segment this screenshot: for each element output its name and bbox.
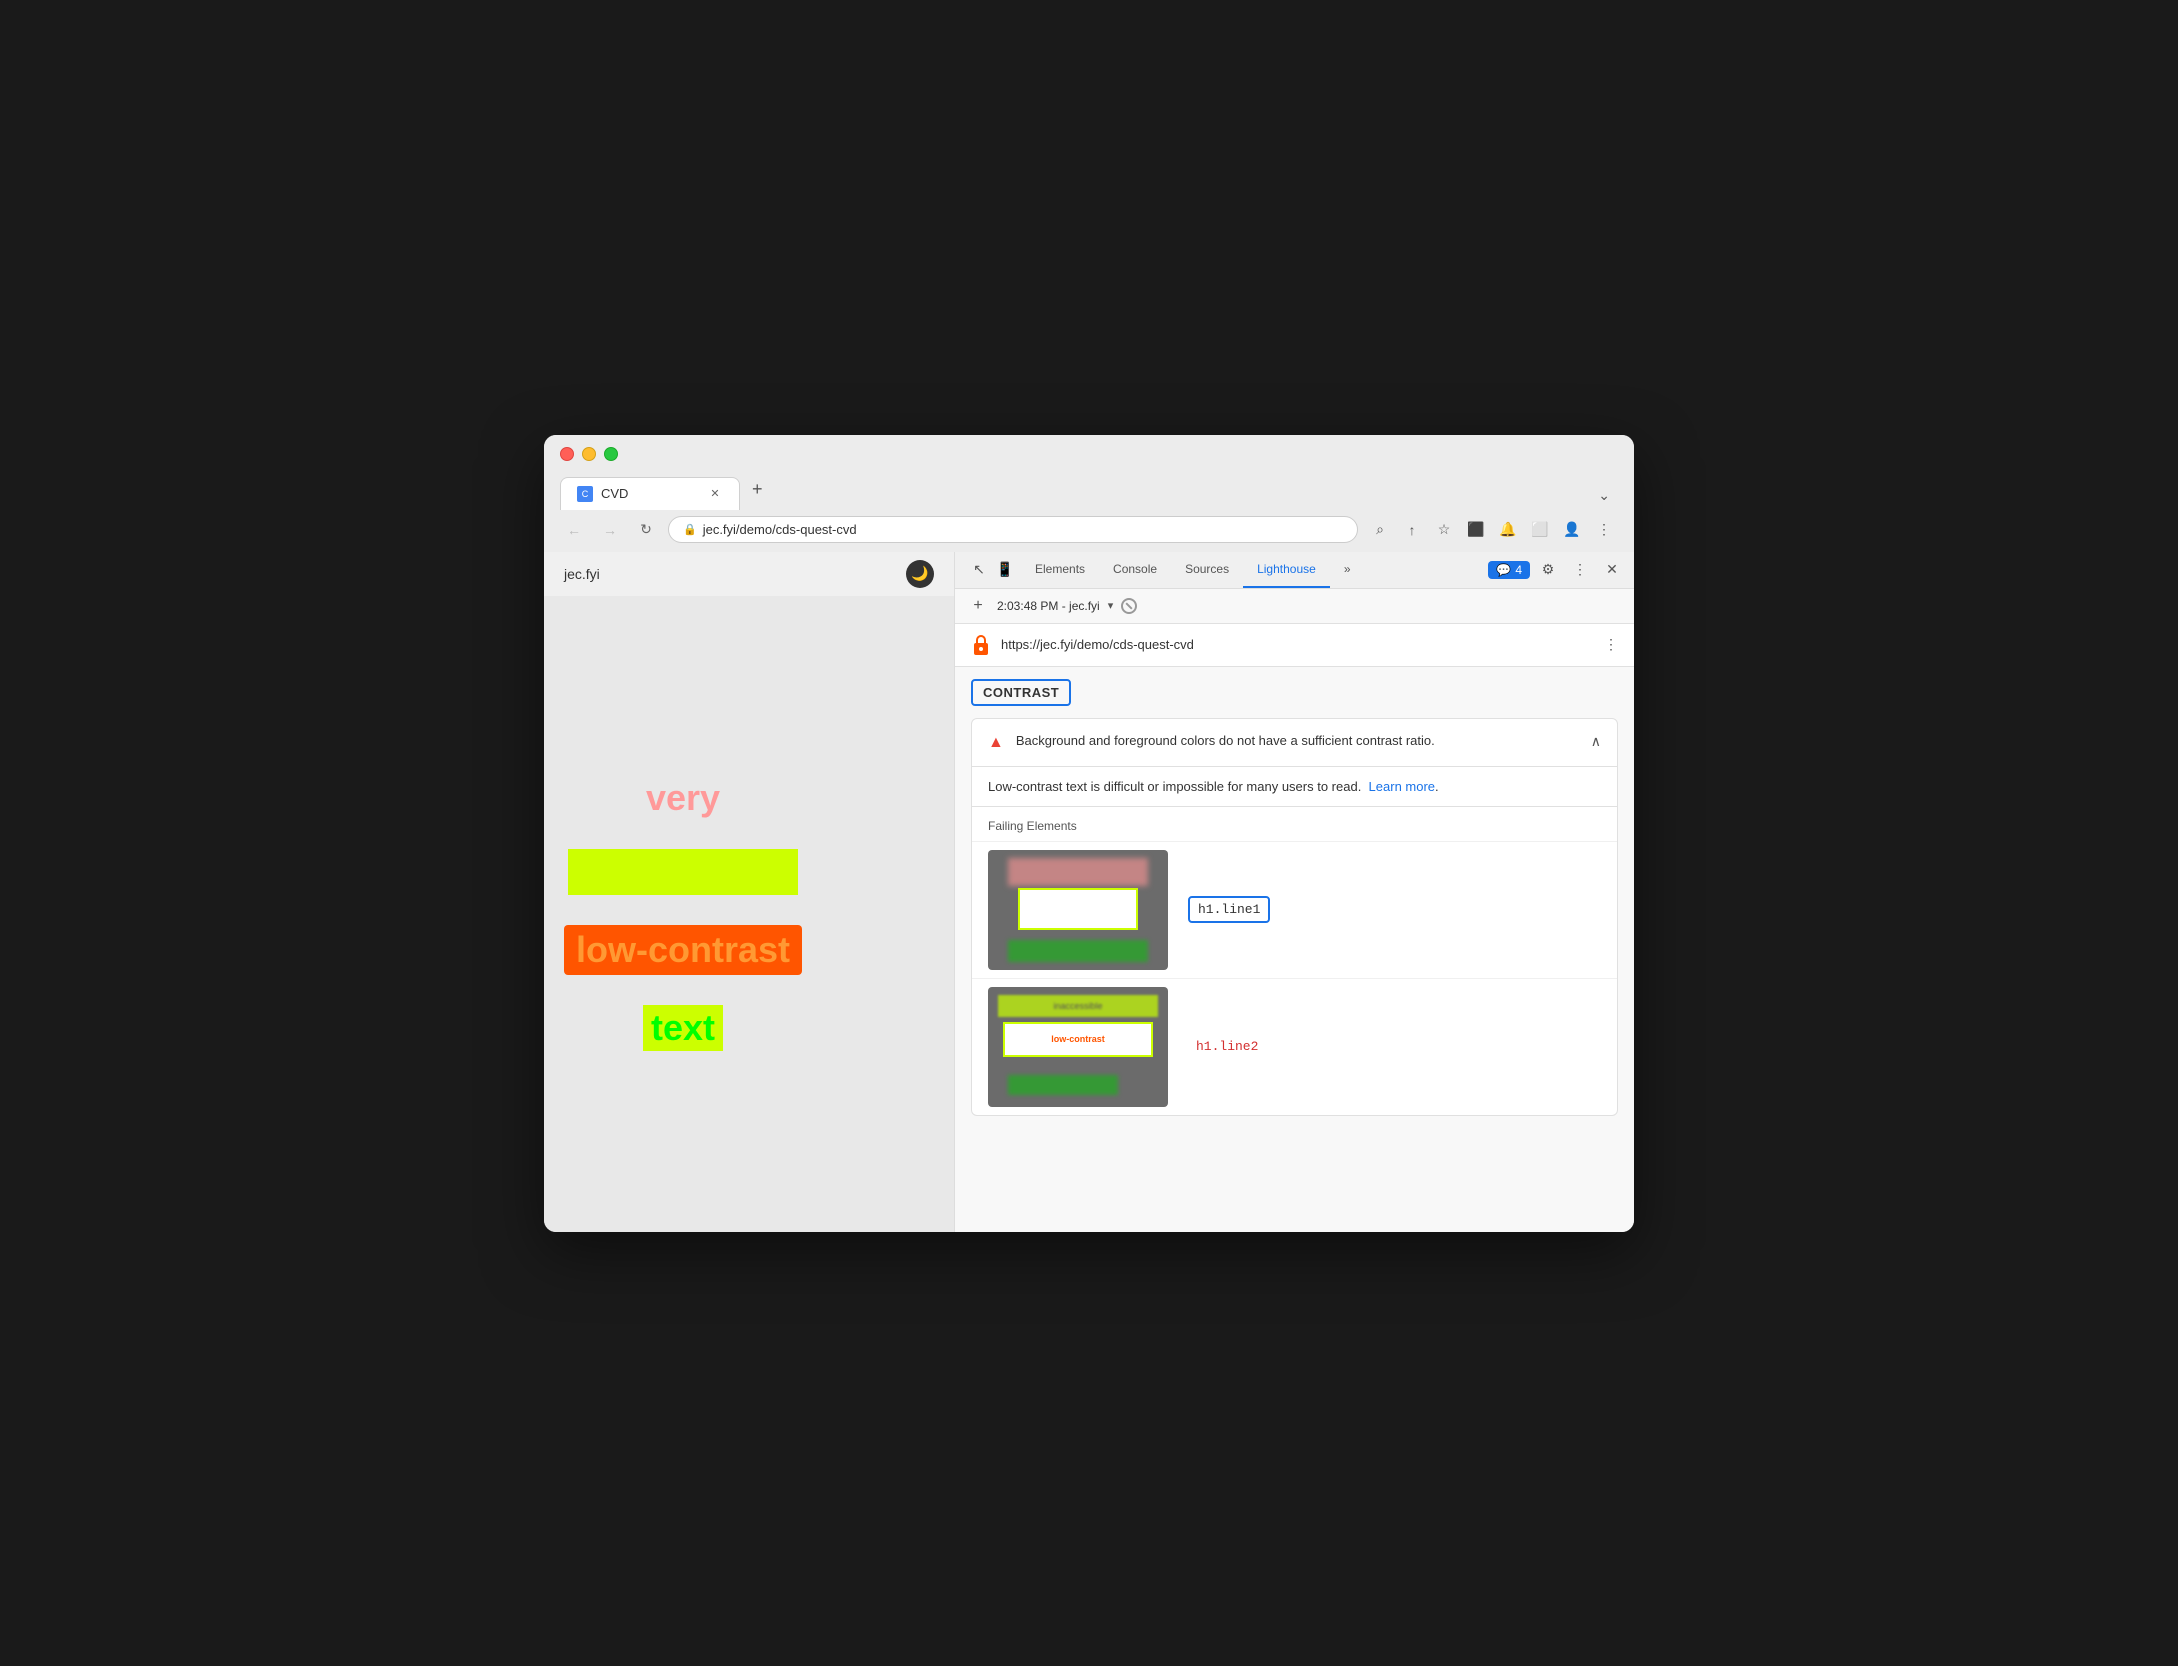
minimize-traffic-light[interactable] — [582, 447, 596, 461]
warning-text: Background and foreground colors do not … — [1016, 733, 1579, 748]
extensions-button[interactable]: ⬛ — [1462, 516, 1490, 544]
element-row-2: inaccessible low-contrast h1.line2 — [972, 978, 1617, 1115]
devtools-settings-button[interactable]: ⚙ — [1534, 556, 1562, 584]
element-selector-1[interactable]: h1.line1 — [1188, 896, 1270, 923]
alert-button[interactable]: 🔔 — [1494, 516, 1522, 544]
active-tab[interactable]: C CVD ✕ — [560, 477, 740, 510]
thumb-white-box — [1018, 888, 1138, 930]
lighthouse-content: https://jec.fyi/demo/cds-quest-cvd ⋮ CON… — [955, 624, 1634, 1232]
lh-url-bar: https://jec.fyi/demo/cds-quest-cvd ⋮ — [955, 624, 1634, 667]
element-selector-2[interactable]: h1.line2 — [1188, 1035, 1266, 1058]
tab-lighthouse[interactable]: Lighthouse — [1243, 552, 1330, 588]
devtools-tabbar: ↖ 📱 Elements Console Sources Lighthouse … — [955, 552, 1634, 589]
lh-more-button[interactable]: ⋮ — [1604, 636, 1618, 653]
share-button[interactable]: ↑ — [1398, 516, 1426, 544]
tab-expand-button[interactable]: ⌄ — [1590, 483, 1618, 508]
word-low-contrast: low-contrast — [564, 925, 802, 975]
learn-more-link[interactable]: Learn more — [1369, 779, 1435, 794]
element-row: h1.line1 — [972, 841, 1617, 978]
new-tab-button[interactable]: + — [740, 471, 775, 508]
thumb2-green-blur — [1008, 1075, 1118, 1095]
word-text: text — [643, 1005, 723, 1051]
devtools-cursor-icon[interactable]: ↖ — [967, 558, 991, 582]
profile-button[interactable]: 👤 — [1558, 516, 1586, 544]
bookmark-button[interactable]: ☆ — [1430, 516, 1458, 544]
lh-lock-icon — [971, 634, 991, 656]
toolbar-icons: ⌕ ↑ ☆ ⬛ 🔔 ⬜ 👤 ⋮ — [1366, 516, 1618, 544]
site-name-label: jec.fyi — [564, 566, 600, 582]
contrast-warning-row: ▲ Background and foreground colors do no… — [972, 719, 1617, 767]
browser-window: C CVD ✕ + ⌄ ← → ↻ 🔒 jec.fyi/demo/cds-que… — [544, 435, 1634, 1232]
search-button[interactable]: ⌕ — [1366, 516, 1394, 544]
devtools-device-icon[interactable]: 📱 — [993, 558, 1017, 582]
tab-sources[interactable]: Sources — [1171, 552, 1243, 588]
failing-elements-section: Failing Elements h1.line1 — [972, 807, 1617, 1115]
webpage-content: very inaccessible low-contrast text — [544, 596, 822, 1232]
failing-label: Failing Elements — [972, 807, 1617, 841]
chat-icon: 💬 — [1496, 563, 1511, 577]
url-text: jec.fyi/demo/cds-quest-cvd — [703, 522, 857, 537]
audit-chevron-icon[interactable]: ▾ — [1108, 599, 1114, 612]
warning-triangle-icon: ▲ — [988, 734, 1004, 752]
sidebar-button[interactable]: ⬜ — [1526, 516, 1554, 544]
title-bar: C CVD ✕ + ⌄ — [544, 435, 1634, 510]
reload-button[interactable]: ↻ — [632, 516, 660, 544]
address-bar: ← → ↻ 🔒 jec.fyi/demo/cds-quest-cvd ⌕ ↑ ☆… — [544, 510, 1634, 552]
webpage-panel: jec.fyi 🌙 very inaccessible low-contrast… — [544, 552, 954, 1232]
tab-favicon: C — [577, 486, 593, 502]
contrast-desc-text: Low-contrast text is difficult or imposs… — [988, 779, 1361, 794]
devtools-sub-bar: + 2:03:48 PM - jec.fyi ▾ — [955, 589, 1634, 624]
webpage-header: jec.fyi 🌙 — [544, 552, 954, 596]
forward-button[interactable]: → — [596, 516, 624, 544]
main-area: jec.fyi 🌙 very inaccessible low-contrast… — [544, 552, 1634, 1232]
more-button[interactable]: ⋮ — [1590, 516, 1618, 544]
thumb2-low-contrast-text: low-contrast — [1051, 1034, 1105, 1044]
contrast-description: Low-contrast text is difficult or imposs… — [972, 767, 1617, 807]
chat-badge[interactable]: 💬 4 — [1488, 561, 1530, 579]
word-very: very — [646, 777, 720, 819]
traffic-lights — [560, 447, 1618, 461]
devtools-panel: ↖ 📱 Elements Console Sources Lighthouse … — [954, 552, 1634, 1232]
tab-title: CVD — [601, 486, 699, 501]
tab-bar: C CVD ✕ + ⌄ — [560, 471, 1618, 510]
dark-mode-button[interactable]: 🌙 — [906, 560, 934, 588]
contrast-badge[interactable]: CONTRAST — [971, 679, 1071, 706]
add-audit-button[interactable]: + — [967, 595, 989, 617]
chat-count: 4 — [1515, 563, 1522, 577]
thumb2-white-box: low-contrast — [1003, 1022, 1153, 1057]
back-button[interactable]: ← — [560, 516, 588, 544]
devtools-more-button[interactable]: ⋮ — [1566, 556, 1594, 584]
close-traffic-light[interactable] — [560, 447, 574, 461]
devtools-right-controls: 💬 4 ⚙ ⋮ ✕ — [1488, 556, 1626, 584]
tab-more[interactable]: » — [1330, 552, 1365, 588]
element-thumbnail-2: inaccessible low-contrast — [988, 987, 1168, 1107]
thumb-green-blur — [1008, 940, 1148, 962]
address-field[interactable]: 🔒 jec.fyi/demo/cds-quest-cvd — [668, 516, 1358, 543]
tab-elements[interactable]: Elements — [1021, 552, 1099, 588]
element-thumbnail-1 — [988, 850, 1168, 970]
lh-url-text: https://jec.fyi/demo/cds-quest-cvd — [1001, 637, 1594, 652]
devtools-close-button[interactable]: ✕ — [1598, 556, 1626, 584]
thumb2-inaccessible-label: inaccessible — [998, 995, 1158, 1017]
collapse-button[interactable]: ∧ — [1591, 733, 1601, 750]
moon-icon: 🌙 — [911, 565, 928, 582]
audit-block-icon[interactable] — [1121, 598, 1137, 614]
maximize-traffic-light[interactable] — [604, 447, 618, 461]
tab-close-button[interactable]: ✕ — [707, 486, 723, 502]
thumb-pink-blur — [1008, 858, 1148, 886]
tab-console[interactable]: Console — [1099, 552, 1171, 588]
lock-icon: 🔒 — [683, 523, 697, 536]
word-inaccessible: inaccessible — [568, 849, 798, 895]
contrast-detail-card: ▲ Background and foreground colors do no… — [971, 718, 1618, 1116]
audit-timestamp: 2:03:48 PM - jec.fyi — [997, 599, 1100, 613]
